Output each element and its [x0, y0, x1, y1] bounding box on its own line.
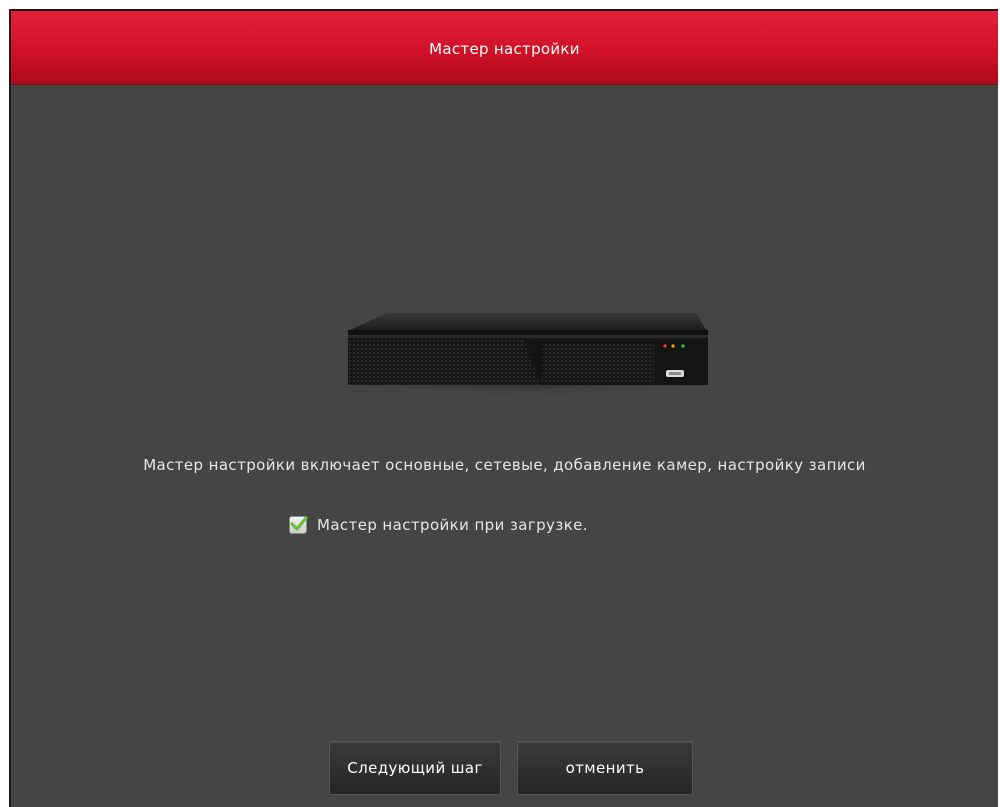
wizard-description: Мастер настройки включает основные, сете…	[143, 456, 866, 474]
dvr-recorder-image	[328, 299, 728, 413]
dialog-titlebar: Мастер настройки	[11, 11, 998, 85]
next-step-button[interactable]: Следующий шаг	[329, 741, 501, 795]
cancel-button[interactable]: отменить	[517, 741, 693, 795]
startup-wizard-checkbox[interactable]	[289, 516, 308, 534]
startup-wizard-label[interactable]: Мастер настройки при загрузке.	[317, 516, 588, 534]
startup-wizard-option[interactable]: Мастер настройки при загрузке.	[289, 514, 588, 536]
dialog-title: Мастер настройки	[429, 40, 580, 58]
setup-wizard-dialog: Мастер настройки Мастер настройки включа…	[9, 9, 998, 807]
checkmark-icon	[290, 516, 308, 531]
